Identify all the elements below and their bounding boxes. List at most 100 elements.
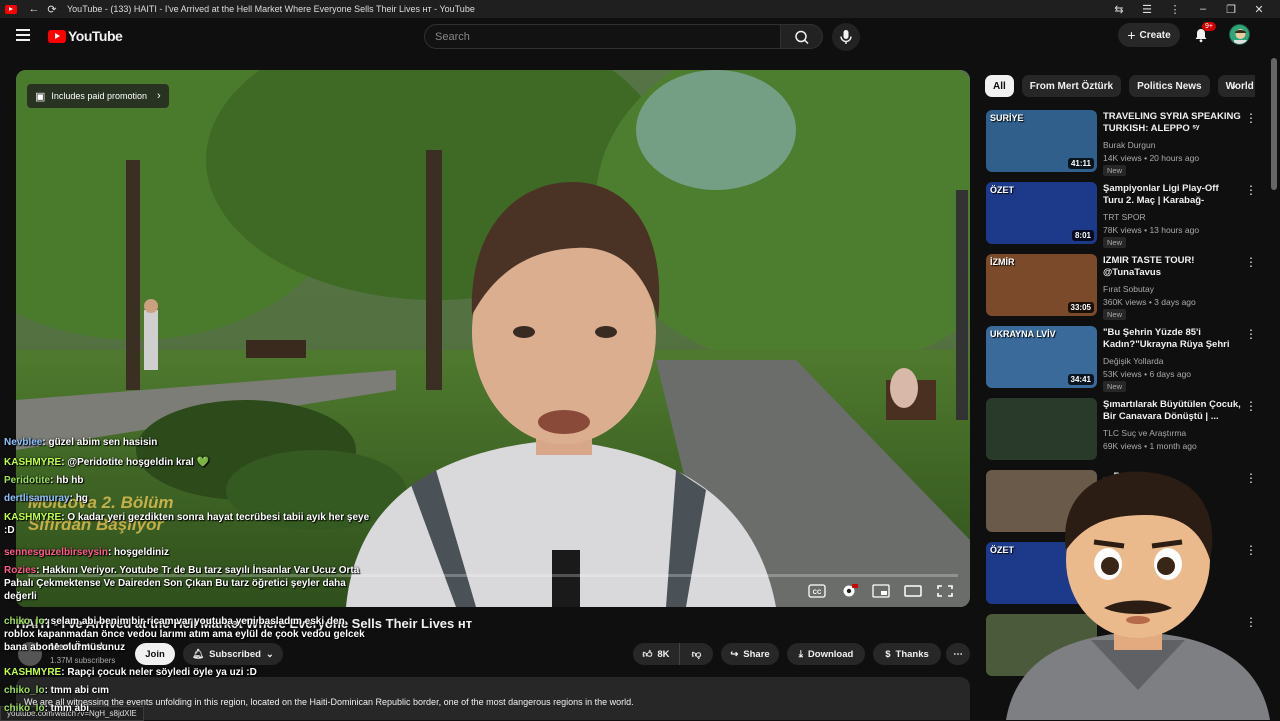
video-title-link[interactable]: IZMIR TASTE TOUR! @TunaTavus — [1103, 255, 1241, 279]
theater-mode-icon[interactable] — [904, 584, 922, 598]
chat-username: chiko_lo — [4, 685, 45, 696]
video-title-link[interactable]: Şımartılarak Büyütülen Çocuk, Bir Canava… — [1103, 399, 1241, 423]
chat-text: : Rapçi çocuk neler söyledi öyle ya uzi … — [61, 667, 257, 678]
thumbnail-text: ÖZET — [990, 185, 1014, 195]
video-thumbnail[interactable]: ÖZET 8:01 — [986, 182, 1097, 244]
search-input[interactable] — [435, 30, 780, 43]
chip-world[interactable]: World — [1217, 75, 1255, 97]
recommended-video[interactable]: SURİYE 41:11 TRAVELING SYRIA SPEAKING TURK… — [986, 110, 1266, 176]
more-horizontal-icon: ⋯ — [953, 648, 963, 660]
chip-politics-news[interactable]: Politics News — [1129, 75, 1210, 97]
browser-menu-icon[interactable]: ☰ — [1138, 3, 1156, 16]
share-icon: ↪ — [730, 648, 739, 660]
plus-icon: + — [1127, 27, 1136, 43]
video-thumbnail[interactable]: SURİYE 41:11 — [986, 110, 1097, 172]
youtube-play-icon — [48, 29, 66, 43]
scrollbar-thumb[interactable] — [1271, 58, 1277, 190]
chat-message: sennesguzelbirseysin: hoşgeldiniz — [4, 546, 374, 559]
hamburger-menu-icon[interactable] — [16, 29, 30, 41]
recommended-video[interactable]: İZMİR 33:05 IZMIR TASTE TOUR! @TunaTavus Fı… — [986, 254, 1266, 320]
video-thumbnail[interactable] — [986, 398, 1097, 460]
chat-text: : hoşgeldiniz — [107, 547, 170, 558]
create-label: Create — [1139, 29, 1171, 41]
video-meta: 69K views • 1 month ago — [1103, 441, 1197, 451]
chevron-right-icon: › — [156, 90, 161, 102]
chip-from-mert-zt-rk[interactable]: From Mert Öztürk — [1021, 75, 1122, 97]
recommended-video[interactable]: UKRAYNA LVİV 34:41 "Bu Şehrin Yüzde 85'i K… — [986, 326, 1266, 392]
dislike-button[interactable]: 👎︎ — [679, 643, 713, 665]
avatar-face-icon — [1234, 29, 1247, 44]
chat-username: Nevblee — [4, 437, 43, 448]
video-title-link[interactable]: TRAVELING SYRIA SPEAKING TURKISH: ALEPPO… — [1103, 111, 1241, 135]
youtube-logo[interactable]: YouTube — [48, 28, 123, 44]
channel-name[interactable]: Değişik Yollarda — [1103, 356, 1163, 366]
channel-name[interactable]: Burak Durgun — [1103, 140, 1155, 150]
settings-gear-icon[interactable] — [840, 584, 858, 598]
more-options-icon[interactable]: ⋮ — [1245, 400, 1257, 414]
chip-all[interactable]: All — [985, 75, 1014, 97]
youtube-favicon-icon — [5, 4, 17, 14]
more-options-icon[interactable]: ⋮ — [1245, 112, 1257, 126]
more-options-icon[interactable]: ⋮ — [1245, 184, 1257, 198]
chat-username: dertlisamuray — [4, 493, 70, 504]
thanks-button[interactable]: $ Thanks — [873, 643, 941, 665]
streamer-cartoon-avatar — [1006, 471, 1270, 720]
chevron-right-icon[interactable]: › — [1232, 79, 1236, 93]
video-thumbnail[interactable]: İZMİR 33:05 — [986, 254, 1097, 316]
video-thumbnail[interactable]: UKRAYNA LVİV 34:41 — [986, 326, 1097, 388]
video-meta: 360K views • 3 days ago — [1103, 297, 1196, 307]
fullscreen-icon[interactable] — [936, 584, 954, 598]
chat-username: chiko_lo — [4, 703, 45, 714]
more-options-icon[interactable]: ⋮ — [1245, 256, 1257, 270]
recommended-video[interactable]: Şımartılarak Büyütülen Çocuk, Bir Canava… — [986, 398, 1266, 462]
download-icon: ⤓ — [798, 648, 803, 660]
more-icon[interactable]: ⋮ — [1166, 3, 1184, 16]
miniplayer-icon[interactable] — [872, 584, 890, 598]
paid-promotion-badge[interactable]: ▣ Includes paid promotion › — [27, 84, 169, 108]
search-box[interactable] — [424, 24, 781, 49]
more-actions-button[interactable]: ⋯ — [946, 643, 970, 665]
voice-search-button[interactable] — [832, 23, 860, 51]
chat-username: sennesguzelbirseysin — [4, 547, 108, 558]
tab-title: YouTube - (133) HAITI - I've Arrived at … — [67, 4, 475, 14]
channel-name[interactable]: TRT SPOR — [1103, 212, 1146, 222]
search-icon — [795, 30, 809, 45]
create-button[interactable]: + Create — [1118, 23, 1180, 47]
video-title-link[interactable]: "Bu Şehrin Yüzde 85'i Kadın?"Ukrayna Rüy… — [1103, 327, 1241, 351]
minimize-icon[interactable]: – — [1194, 3, 1212, 16]
chat-username: chiko_lo — [4, 616, 45, 627]
filter-chips: All From Mert Öztürk Politics News World — [985, 75, 1255, 97]
channel-name[interactable]: Fırat Sobutay — [1103, 284, 1154, 294]
restore-icon[interactable]: ❐ — [1222, 3, 1240, 16]
back-icon[interactable]: ← — [25, 3, 43, 15]
recommended-video[interactable]: ÖZET 8:01 Şampiyonlar Ligi Play-Off Turu 2… — [986, 182, 1266, 248]
reload-icon[interactable]: ⟳ — [43, 3, 61, 16]
chat-message: Rozies: Hakkını Veriyor. Youtube Tr de B… — [4, 564, 374, 603]
thumbs-up-icon: 👍︎ — [642, 649, 653, 660]
translate-icon[interactable]: ⇆ — [1110, 3, 1128, 16]
chat-username: KASHMYRE — [4, 512, 62, 523]
subscriber-count: 1.37M subscribers — [50, 656, 116, 665]
share-button[interactable]: ↪ Share — [721, 643, 779, 665]
chat-message: KASHMYRE: O kadar yeri gezdikten sonra h… — [4, 511, 374, 537]
browser-titlebar: ← ⟳ YouTube - (133) HAITI - I've Arrived… — [0, 0, 1280, 18]
microphone-icon — [840, 30, 852, 44]
new-badge: New — [1103, 237, 1127, 248]
more-options-icon[interactable]: ⋮ — [1245, 328, 1257, 342]
like-button[interactable]: 👍︎ 8K — [633, 643, 679, 665]
user-avatar[interactable] — [1229, 24, 1250, 45]
like-count: 8K — [657, 648, 670, 660]
download-button[interactable]: ⤓ Download — [787, 643, 865, 665]
video-title-link[interactable]: Şampiyonlar Ligi Play-Off Turu 2. Maç | … — [1103, 183, 1241, 207]
subtitles-icon[interactable]: CC — [808, 584, 826, 598]
chat-text: : tmm abi — [44, 703, 90, 714]
new-badge: New — [1103, 165, 1127, 176]
chat-message: chiko_lo: selam abi benim bir ricam var … — [4, 615, 374, 654]
video-duration: 8:01 — [1071, 230, 1094, 241]
chat-text: : selam abi benim bir ricam var youtuba … — [4, 616, 365, 653]
close-icon[interactable]: ✕ — [1250, 3, 1268, 16]
thanks-icon: $ — [885, 648, 891, 660]
channel-name[interactable]: TLC Suç ve Araştırma — [1103, 428, 1186, 438]
new-badge: New — [1103, 381, 1127, 392]
search-button[interactable] — [781, 24, 823, 49]
